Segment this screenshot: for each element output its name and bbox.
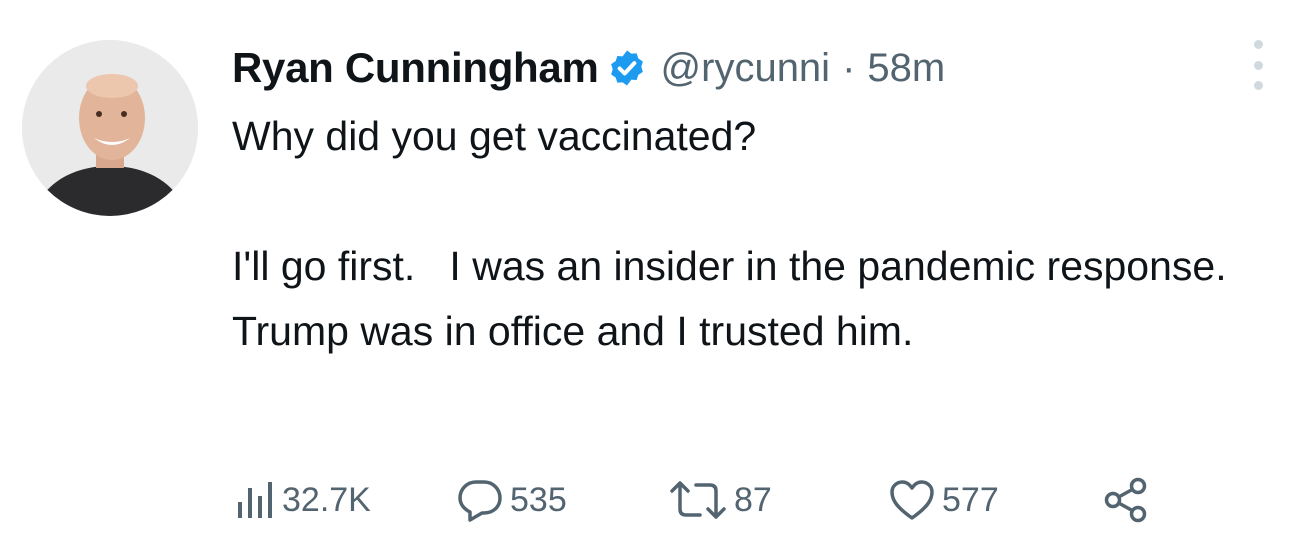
avatar-photo [22, 40, 198, 216]
reply-button[interactable]: 535 [456, 474, 567, 526]
tweet-paragraph: I'll go first. I was an insider in the p… [232, 243, 1261, 354]
speech-bubble-icon [458, 480, 502, 522]
reply-count: 535 [510, 480, 567, 519]
more-dot [1253, 40, 1263, 49]
views-bar-chart-icon [238, 482, 272, 518]
tweet-text: Why did you get vaccinated? I'll go firs… [232, 104, 1302, 364]
heart-icon [890, 480, 934, 520]
more-dot [1253, 81, 1263, 90]
avatar[interactable] [22, 40, 198, 216]
retweet-count: 87 [734, 480, 772, 519]
retweet-arrows-icon [670, 481, 726, 519]
more-options-button[interactable] [1244, 40, 1272, 90]
share-button[interactable] [1102, 474, 1150, 526]
views-count: 32.7K [282, 480, 371, 519]
verified-badge-icon [607, 48, 647, 88]
like-count: 577 [942, 480, 999, 519]
action-bar: 32.7K 535 87 577 [232, 474, 1232, 526]
like-button[interactable]: 577 [888, 474, 999, 526]
tweet[interactable]: Ryan Cunningham @rycunni · 58m Why did y… [0, 0, 1314, 554]
separator-dot: · [842, 45, 856, 90]
tweet-header: Ryan Cunningham @rycunni · 58m [232, 40, 945, 96]
share-icon [1104, 477, 1147, 523]
tweet-paragraph: Why did you get vaccinated? [232, 113, 757, 159]
retweet-button[interactable]: 87 [668, 474, 772, 526]
more-dot [1253, 60, 1263, 70]
views-button[interactable]: 32.7K [232, 474, 371, 526]
handle[interactable]: @rycunni [661, 46, 831, 91]
display-name[interactable]: Ryan Cunningham [232, 44, 599, 92]
timestamp[interactable]: 58m [867, 46, 945, 91]
